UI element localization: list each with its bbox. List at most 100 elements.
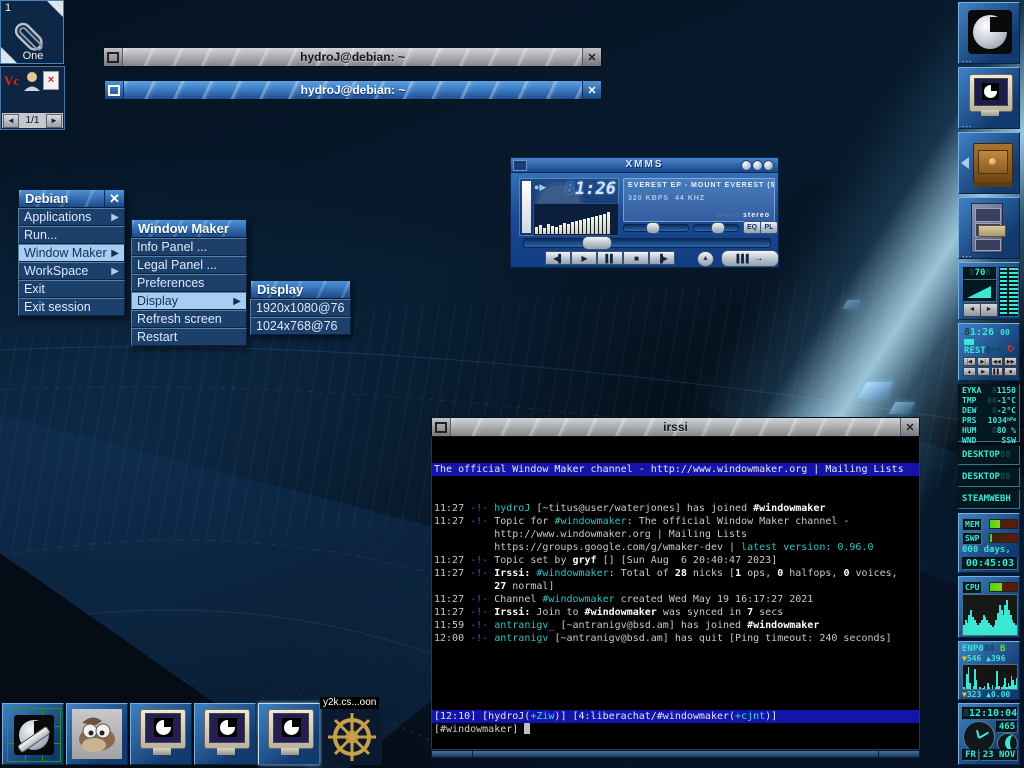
pager-next-button[interactable]: ►	[46, 114, 62, 128]
xmms-minimize-button[interactable]	[741, 160, 752, 171]
cd-button[interactable]: ▲	[963, 367, 976, 376]
weather-row: WNDSSW	[959, 436, 1019, 445]
window-title[interactable]: irssi	[451, 418, 900, 436]
menu-item-exit-session[interactable]: Exit session	[18, 298, 125, 316]
cd-button[interactable]: ◀◀	[991, 357, 1004, 366]
appicon-xterm-active[interactable]	[258, 703, 320, 765]
mixer-vu-gap	[1007, 267, 1009, 315]
person-icon[interactable]	[23, 71, 41, 91]
dock-tile-cabinet[interactable]: ...	[958, 197, 1020, 259]
xmms-transport-button[interactable]: ■	[623, 251, 649, 265]
mixer-prev-button[interactable]: ◄	[963, 303, 981, 317]
xmms-shuffle-button[interactable]: ▌▌▌ →	[721, 250, 779, 267]
xmms-pl-button[interactable]: PL	[760, 221, 778, 234]
xmms-eject-button[interactable]: ▲	[697, 251, 714, 267]
xmms-close-button[interactable]	[763, 160, 774, 171]
menu-item-info-panel-[interactable]: Info Panel ...	[131, 238, 247, 256]
window-title[interactable]: hydroJ@debian: ~	[123, 48, 582, 66]
xmms-balance-knob[interactable]	[711, 222, 725, 234]
menu-item-1920x1080-76[interactable]: 1920x1080@76	[250, 299, 351, 317]
menu-item-workspace[interactable]: WorkSpace▶	[18, 262, 125, 280]
xmms-balance-slider[interactable]	[693, 224, 739, 232]
dock-label-desktop[interactable]: DESKTOP88	[958, 467, 1020, 487]
xmms-transport-button[interactable]: ◀▌	[545, 251, 571, 265]
vlc-icon[interactable]: Vc	[4, 73, 19, 89]
pager-prev-button[interactable]: ◄	[3, 114, 19, 128]
dock-tile-wmaker[interactable]: ...	[958, 2, 1020, 64]
appicon-xterm[interactable]	[194, 703, 256, 765]
irssi-terminal[interactable]: The official Window Maker channel - http…	[431, 437, 920, 750]
xmms-shade-button[interactable]	[752, 160, 763, 171]
xmms-player[interactable]: XMMS ●▶ 81:26 EVEREST EP - MOUNT EVEREST…	[510, 157, 779, 268]
dock-tile-terminal[interactable]: ...	[958, 67, 1020, 129]
menu-item-applications[interactable]: Applications▶	[18, 208, 125, 226]
icon-panel[interactable]: Vc × ◄ 1/1 ►	[0, 66, 65, 130]
wprefs-grid	[7, 708, 61, 762]
document-x-icon[interactable]: ×	[43, 71, 59, 90]
xmms-transport-button[interactable]: ▐▶	[649, 251, 675, 265]
appicon-xterm[interactable]	[130, 703, 192, 765]
xmms-transport-button[interactable]: ▶	[571, 251, 597, 265]
dock-tile-drawer[interactable]	[958, 132, 1020, 194]
menu-item-window-maker[interactable]: Window Maker▶	[18, 244, 125, 262]
miniaturize-button[interactable]	[104, 48, 123, 66]
drawer-collapse-arrow[interactable]	[961, 157, 969, 169]
irssi-input-line[interactable]: [#windowmaker]	[432, 723, 919, 736]
cd-button[interactable]: ▌▌	[991, 367, 1004, 376]
monitor-stand	[281, 748, 299, 755]
cd-button[interactable]: ■	[1004, 367, 1017, 376]
windowmaker-menu-titlebar[interactable]: Window Maker	[131, 219, 247, 238]
close-button[interactable]: ✕	[582, 81, 601, 99]
appicon-helm[interactable]	[322, 709, 382, 765]
close-button[interactable]: ✕	[900, 418, 919, 436]
dock-label-steamwebh[interactable]: STEAMWEBH	[958, 489, 1020, 509]
xmms-info-panel[interactable]: EVEREST EP - MOUNT EVEREST (5:1 320 KBPS…	[623, 178, 775, 222]
irssi-titlebar[interactable]: irssi ✕	[431, 417, 920, 437]
dock-tile-cdplayer[interactable]: 81:26 00 REST8** ↻ ¦◀▶¦◀◀▶▶▲▶▌▌■	[958, 323, 1020, 381]
close-button[interactable]: ✕	[582, 48, 601, 66]
menu-close-button[interactable]: ✕	[104, 190, 124, 207]
dock-label-desktop[interactable]: DESKTOP88	[958, 445, 1020, 465]
dock-tile-memory[interactable]: MEM SWP 000 days, 00:45:03	[958, 513, 1020, 573]
appicon-wprefs[interactable]	[2, 703, 64, 765]
resize-bar[interactable]	[431, 750, 920, 758]
shaded-window-unfocused[interactable]: hydroJ@debian: ~ ✕	[103, 47, 602, 67]
appicon-gimp[interactable]	[66, 703, 128, 765]
dock-tile-mixer[interactable]: 8708 ◄ ►	[958, 262, 1020, 320]
drawer-icon	[973, 143, 1013, 183]
cd-button[interactable]: ▶	[977, 367, 990, 376]
miniaturize-button[interactable]	[432, 418, 451, 436]
menu-item-run-[interactable]: Run...	[18, 226, 125, 244]
dock-tile-net[interactable]: ENP088 B ▼546 ▲396 ▼323 ▲0.00	[958, 641, 1020, 700]
display-menu-titlebar[interactable]: Display	[250, 280, 351, 299]
miniaturize-button[interactable]	[105, 81, 124, 99]
dock-tile-cpu[interactable]: CPU	[958, 576, 1020, 638]
menu-item-display[interactable]: Display▶	[131, 292, 247, 310]
menu-item-refresh-screen[interactable]: Refresh screen	[131, 310, 247, 328]
menu-item-legal-panel-[interactable]: Legal Panel ...	[131, 256, 247, 274]
irssi-window[interactable]: irssi ✕ The official Window Maker channe…	[431, 417, 920, 757]
menu-item-preferences[interactable]: Preferences	[131, 274, 247, 292]
xmms-volume-slider[interactable]	[623, 224, 689, 232]
root-menu-titlebar[interactable]: Debian ✕	[18, 189, 125, 208]
xmms-seek-bar[interactable]	[523, 238, 771, 248]
shaded-window-focused[interactable]: hydroJ@debian: ~ ✕	[104, 80, 602, 100]
cd-button[interactable]: ¦◀	[963, 357, 976, 366]
cd-button[interactable]: ▶▶	[1004, 357, 1017, 366]
menu-item-exit[interactable]: Exit	[18, 280, 125, 298]
cd-button[interactable]: ▶¦	[977, 357, 990, 366]
analyzer-bar	[571, 222, 574, 234]
dock-tile-clock[interactable]: 812:10:04 465 FR 23 NOV	[958, 703, 1020, 765]
menu-item-1024x768-76[interactable]: 1024x768@76	[250, 317, 351, 335]
xmms-titlebar[interactable]: XMMS	[511, 158, 778, 173]
dock-tile-weather[interactable]: EYKA81150TMP88-1°CDEW8-2°CPRS1034hPaHUM8…	[958, 384, 1020, 442]
wm-clip[interactable]: 1 One	[0, 0, 64, 64]
xmms-display[interactable]: ●▶ 81:26	[519, 178, 619, 236]
xmms-seek-knob[interactable]	[582, 236, 612, 250]
xmms-volume-knob[interactable]	[646, 222, 660, 234]
window-title[interactable]: hydroJ@debian: ~	[124, 81, 582, 99]
menu-item-restart[interactable]: Restart	[131, 328, 247, 346]
xmms-eq-button[interactable]: EQ	[743, 221, 761, 234]
mixer-next-button[interactable]: ►	[980, 303, 998, 317]
xmms-transport-button[interactable]: ▌▌	[597, 251, 623, 265]
